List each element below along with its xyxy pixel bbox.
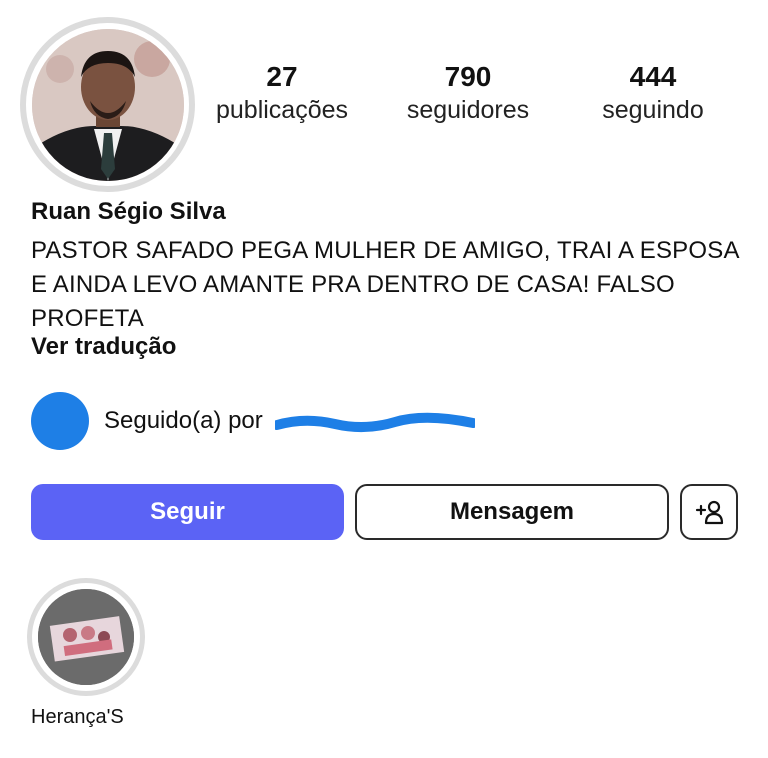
highlight-cover-image <box>38 589 134 685</box>
profile-photo <box>31 28 184 181</box>
highlight-ring <box>27 578 145 696</box>
followers-count-value: 790 <box>444 61 492 92</box>
posts-count[interactable]: 27 publicações <box>205 60 359 126</box>
profile-avatar[interactable] <box>20 17 195 192</box>
profile-bio: PASTOR SAFADO PEGA MULHER DE AMIGO, TRAI… <box>31 237 739 332</box>
following-count-value: 444 <box>629 61 677 92</box>
message-button-label: Mensagem <box>449 498 575 525</box>
follow-button-label: Seguir <box>150 498 225 525</box>
followed-by-text: Seguido(a) por <box>104 407 263 434</box>
profile-name: Ruan Ségio Silva <box>31 198 226 225</box>
posts-count-value: 27 <box>266 61 298 92</box>
suggested-accounts-button[interactable] <box>680 484 738 540</box>
highlight-label: Herança'S <box>31 706 124 728</box>
followed-by[interactable]: Seguido(a) por <box>31 392 263 450</box>
posts-count-label: publicações <box>215 96 349 124</box>
followers-count-label: seguidores <box>406 96 530 124</box>
add-person-icon <box>695 500 724 525</box>
follow-button[interactable]: Seguir <box>31 484 344 540</box>
highlight-cover <box>38 589 134 685</box>
followers-count[interactable]: 790 seguidores <box>390 60 546 126</box>
following-count[interactable]: 444 seguindo <box>588 60 718 126</box>
profile-photo-image <box>31 28 184 181</box>
message-button[interactable]: Mensagem <box>355 484 669 540</box>
follower-avatar-redacted <box>31 392 89 450</box>
following-count-label: seguindo <box>602 96 704 124</box>
story-highlight[interactable]: Herança'S <box>27 578 147 728</box>
see-translation-link[interactable]: Ver tradução <box>31 333 176 361</box>
redaction-scribble <box>275 412 475 432</box>
